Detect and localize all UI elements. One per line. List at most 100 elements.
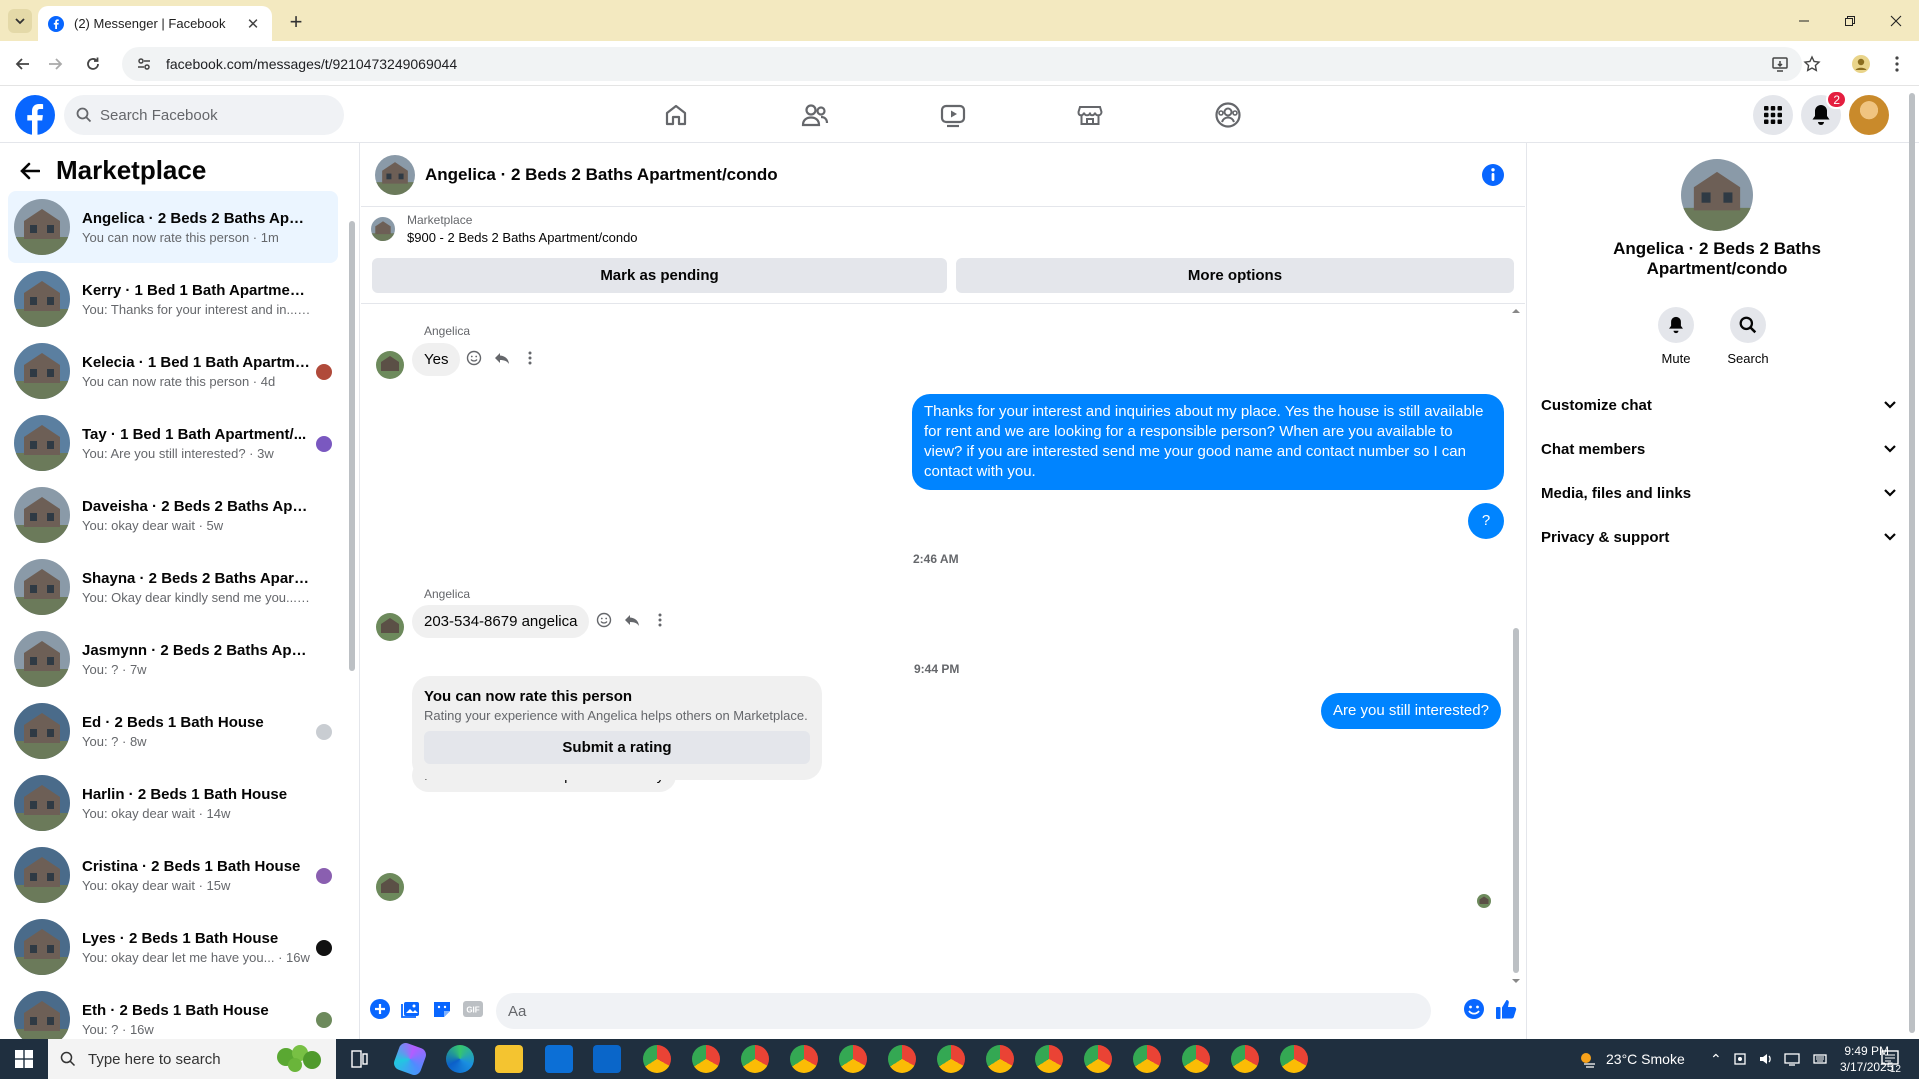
customize-chat-section[interactable]: Customize chat (1541, 383, 1897, 427)
language-icon[interactable] (1812, 1051, 1828, 1067)
close-window-button[interactable] (1873, 0, 1919, 41)
chat-avatar[interactable] (375, 154, 415, 195)
conversation-item[interactable]: Tay · 1 Bed 1 Bath Apartment/... You: Are… (8, 407, 338, 479)
like-button[interactable] (1494, 997, 1518, 1021)
sidebar-scrollbar-thumb[interactable] (349, 221, 355, 671)
chrome-profile-icon[interactable] (986, 1045, 1014, 1073)
browser-tab-active[interactable]: (2) Messenger | Facebook ✕ (38, 6, 272, 41)
conversation-item[interactable]: Kelecia · 1 Bed 1 Bath Apartment... You c… (8, 335, 338, 407)
chrome-profile-icon[interactable] (741, 1045, 769, 1073)
nav-home[interactable] (620, 87, 732, 143)
menu-button[interactable] (1753, 95, 1793, 135)
chrome-profile-icon[interactable] (937, 1045, 965, 1073)
chrome-profile-icon[interactable] (839, 1045, 867, 1073)
react-icon[interactable] (594, 610, 614, 630)
message-bubble-incoming[interactable]: Yes (412, 343, 461, 376)
nav-marketplace[interactable] (1034, 87, 1146, 143)
message-bubble-outgoing[interactable]: ? (1468, 503, 1504, 539)
network-icon[interactable] (1784, 1051, 1802, 1067)
more-actions-button[interactable] (368, 997, 392, 1021)
copilot-icon[interactable] (392, 1041, 428, 1077)
conversation-item[interactable]: Kerry · 1 Bed 1 Bath Apartment/c... You: … (8, 263, 338, 335)
chrome-icon[interactable] (643, 1045, 671, 1073)
address-bar[interactable]: facebook.com/messages/t/9210473249069044 (122, 47, 1802, 81)
message-bubble-outgoing[interactable]: Are you still interested? (1321, 693, 1501, 729)
location-icon[interactable] (1732, 1051, 1748, 1067)
site-info-icon[interactable] (136, 56, 152, 72)
nav-groups[interactable] (1172, 87, 1284, 143)
sender-avatar[interactable] (376, 873, 404, 901)
chrome-profile-icon[interactable] (692, 1045, 720, 1073)
scroll-up-icon[interactable] (1511, 307, 1521, 315)
browser-menu-button[interactable] (1882, 49, 1912, 79)
conversation-item[interactable]: Harlin · 2 Beds 1 Bath House You: okay de… (8, 767, 338, 839)
more-options-button[interactable]: More options (956, 258, 1514, 293)
nav-watch[interactable] (897, 87, 1009, 143)
chrome-profile-icon-active[interactable] (888, 1045, 916, 1073)
store-icon[interactable] (545, 1045, 573, 1073)
edge-icon[interactable] (446, 1045, 474, 1073)
chrome-profile-icon[interactable] (790, 1045, 818, 1073)
reload-button[interactable] (78, 49, 108, 79)
chrome-profile-icon[interactable] (1035, 1045, 1063, 1073)
facebook-logo-icon[interactable] (15, 95, 55, 135)
conversation-item[interactable]: Angelica · 2 Beds 2 Baths Apart... You ca… (8, 191, 338, 263)
chevron-up-icon[interactable]: ⌃ (1710, 1051, 1722, 1068)
conversation-item[interactable]: Shayna · 2 Beds 2 Baths Apartm... You: Ok… (8, 551, 338, 623)
listing-summary[interactable]: Marketplace $900 - 2 Beds 2 Baths Apartm… (371, 213, 638, 245)
page-scrollbar-thumb[interactable] (1909, 93, 1915, 1033)
profile-button[interactable] (1846, 49, 1876, 79)
task-view-button[interactable] (345, 1045, 373, 1073)
message-bubble-incoming[interactable]: 203-534-8679 angelica (412, 605, 590, 638)
restore-button[interactable] (1827, 0, 1873, 41)
start-button[interactable] (0, 1039, 48, 1079)
minimize-button[interactable] (1781, 0, 1827, 41)
conversation-item[interactable]: Ed · 2 Beds 1 Bath House You: ? · 8w (8, 695, 338, 767)
chat-scrollbar-thumb[interactable] (1513, 628, 1519, 973)
details-avatar[interactable] (1681, 159, 1753, 231)
mark-as-pending-button[interactable]: Mark as pending (372, 258, 947, 293)
info-icon[interactable] (1481, 163, 1505, 187)
attach-photo-button[interactable] (399, 997, 423, 1021)
message-bubble-outgoing[interactable]: Thanks for your interest and inquiries a… (912, 394, 1504, 490)
conversation-item[interactable]: Jasmynn · 2 Beds 2 Baths Apart... You: ? … (8, 623, 338, 695)
chat-title[interactable]: Angelica · 2 Beds 2 Baths Apartment/cond… (425, 165, 778, 185)
new-tab-button[interactable]: + (282, 8, 310, 36)
sidebar-back-button[interactable] (16, 157, 44, 185)
mute-button[interactable]: Mute (1646, 307, 1706, 366)
conversation-item[interactable]: Eth · 2 Beds 1 Bath House You: ? · 16w (8, 983, 338, 1039)
notifications-button[interactable]: 2 (1801, 90, 1847, 135)
chat-scrollbar[interactable] (1511, 309, 1521, 983)
chrome-profile-icon[interactable] (1231, 1045, 1259, 1073)
outlook-icon[interactable] (593, 1045, 621, 1073)
tab-search-dropdown[interactable] (8, 9, 32, 33)
sticker-button[interactable] (430, 997, 454, 1021)
search-in-conversation-button[interactable]: Search (1718, 307, 1778, 366)
notification-center-button[interactable]: 12 (1881, 1039, 1903, 1079)
account-avatar[interactable] (1849, 95, 1889, 135)
reply-icon[interactable] (622, 610, 642, 630)
more-icon[interactable] (650, 610, 670, 630)
message-input[interactable] (508, 1002, 1368, 1020)
facebook-search-input[interactable] (100, 106, 320, 124)
install-app-button[interactable] (1765, 49, 1795, 79)
page-scrollbar[interactable] (1905, 87, 1919, 1039)
media-files-links-section[interactable]: Media, files and links (1541, 471, 1897, 515)
forward-button[interactable] (40, 49, 70, 79)
file-explorer-icon[interactable] (495, 1045, 523, 1073)
bookmark-button[interactable] (1797, 49, 1827, 79)
message-input-field[interactable] (496, 993, 1431, 1029)
conversation-item[interactable]: Daveisha · 2 Beds 2 Baths Apa... You: oka… (8, 479, 338, 551)
more-icon[interactable] (520, 348, 540, 368)
submit-rating-button[interactable]: Submit a rating (424, 731, 810, 764)
privacy-support-section[interactable]: Privacy & support (1541, 515, 1897, 559)
conversation-item[interactable]: Cristina · 2 Beds 1 Bath House You: okay … (8, 839, 338, 911)
back-button[interactable] (8, 49, 38, 79)
gif-button[interactable]: GIF (461, 997, 485, 1021)
reply-icon[interactable] (492, 348, 512, 368)
volume-icon[interactable] (1758, 1051, 1774, 1067)
close-tab-icon[interactable]: ✕ (244, 15, 262, 33)
facebook-search[interactable] (64, 95, 344, 135)
chat-members-section[interactable]: Chat members (1541, 427, 1897, 471)
chrome-profile-icon[interactable] (1133, 1045, 1161, 1073)
